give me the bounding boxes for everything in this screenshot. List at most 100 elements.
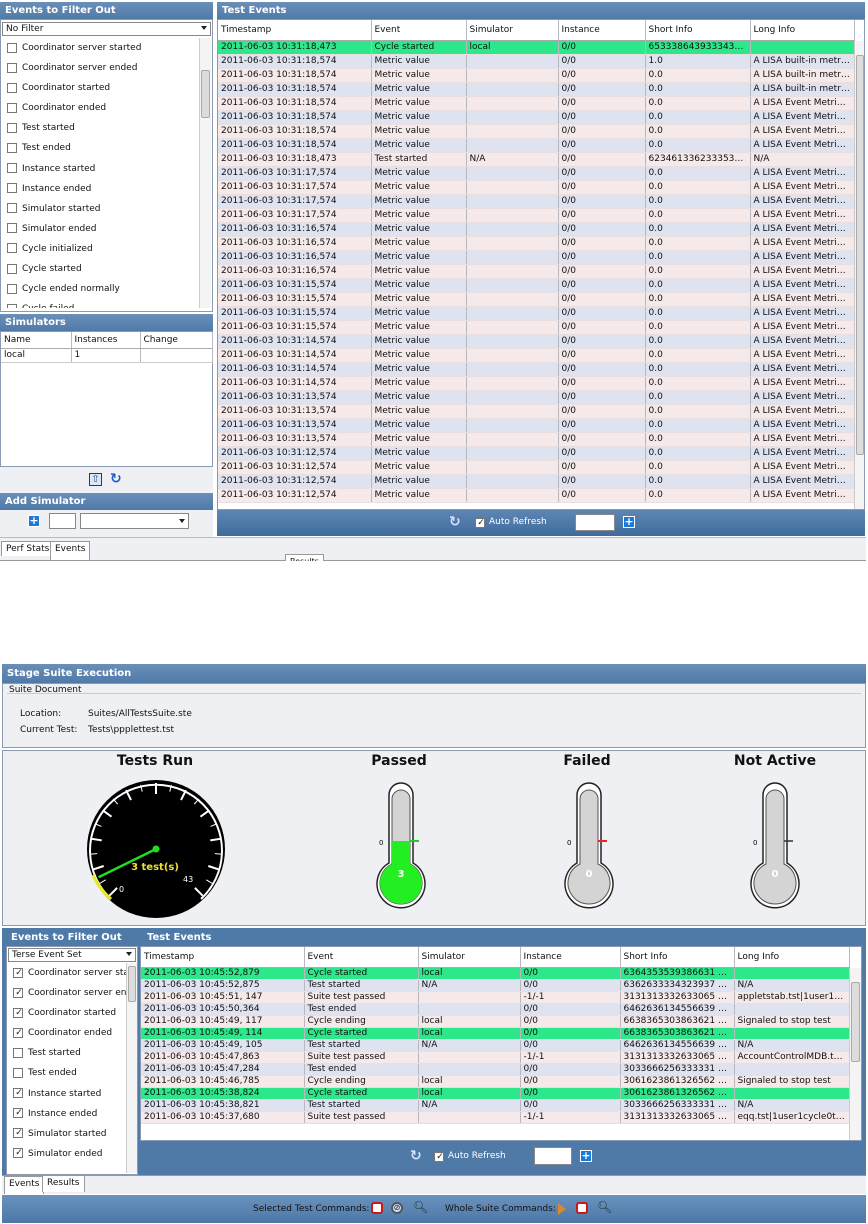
table-row[interactable]: 2011-06-03 10:31:14,574 Metric value 0/0 0.… bbox=[218, 362, 855, 377]
filter-checkbox[interactable] bbox=[13, 1027, 24, 1039]
table-row[interactable]: 2011-06-03 10:45:47,863 Suite test passed… bbox=[141, 1051, 850, 1064]
auto-refresh-checkbox[interactable] bbox=[475, 518, 486, 529]
tab-events[interactable]: Events bbox=[50, 541, 91, 560]
filter-item[interactable]: Simulator ended bbox=[8, 1144, 126, 1164]
refresh-icon[interactable]: ↻ bbox=[110, 471, 122, 487]
filter-checkbox[interactable] bbox=[7, 223, 17, 234]
top-filter-select[interactable]: No Filter bbox=[2, 22, 211, 36]
filter-checkbox[interactable] bbox=[7, 102, 17, 113]
filter-checkbox[interactable] bbox=[13, 1088, 24, 1099]
filter-checkbox[interactable] bbox=[7, 142, 17, 153]
filter-item[interactable]: Coordinator ended bbox=[8, 1023, 126, 1043]
filter-checkbox[interactable] bbox=[13, 1148, 24, 1159]
table-row[interactable]: 2011-06-03 10:45:49, 105 Test started N/A 0… bbox=[141, 1039, 850, 1052]
filter-checkbox[interactable] bbox=[13, 1047, 23, 1058]
table-row[interactable]: 2011-06-03 10:31:17,574 Metric value 0/0 0.… bbox=[218, 166, 855, 181]
table-row[interactable]: 2011-06-03 10:45:50,364 Test ended 0/0 6462… bbox=[141, 1003, 850, 1016]
table-row[interactable]: 2011-06-03 10:31:14,574 Metric value 0/0 0.… bbox=[218, 334, 855, 349]
filter-item[interactable]: Test ended bbox=[2, 138, 198, 158]
filter-checkbox[interactable] bbox=[7, 62, 17, 73]
filter-item[interactable]: Simulator started bbox=[2, 199, 198, 219]
column-header[interactable]: Simulator bbox=[466, 20, 559, 41]
table-row[interactable]: 2011-06-03 10:31:13,574 Metric value 0/0 0.… bbox=[218, 418, 855, 433]
filter-checkbox[interactable] bbox=[7, 203, 17, 214]
add-icon[interactable]: + bbox=[580, 1150, 592, 1162]
search-icon[interactable]: 🔍︎ bbox=[413, 1200, 428, 1214]
table-row[interactable]: local 1 bbox=[1, 348, 213, 363]
table-row[interactable]: 2011-06-03 10:31:16,574 Metric value 0/0 0.… bbox=[218, 236, 855, 251]
table-row[interactable]: 2011-06-03 10:45:52,875 Test started N/A 0/… bbox=[141, 979, 850, 992]
filter-checkbox[interactable] bbox=[13, 967, 24, 979]
refresh-interval-input[interactable] bbox=[534, 1147, 572, 1165]
table-row[interactable]: 2011-06-03 10:31:15,574 Metric value 0/0 0.… bbox=[218, 278, 855, 293]
play-icon[interactable] bbox=[558, 1203, 566, 1215]
filter-checkbox[interactable] bbox=[7, 303, 17, 308]
table-row[interactable]: 2011-06-03 10:31:18,473 Test started N/A 0/… bbox=[218, 152, 855, 167]
scroll-thumb[interactable] bbox=[201, 70, 210, 118]
stop-suite-icon[interactable] bbox=[576, 1202, 588, 1214]
scroll-thumb[interactable] bbox=[128, 966, 136, 1002]
tab-events-bottom[interactable]: Events bbox=[4, 1176, 45, 1194]
table-row[interactable]: 2011-06-03 10:31:18,574 Metric value 0/0 0.… bbox=[218, 68, 855, 83]
table-row[interactable]: 2011-06-03 10:45:49, 114 Cycle started loc… bbox=[141, 1027, 850, 1040]
filter-item[interactable]: Cycle failed bbox=[2, 299, 198, 308]
table-row[interactable]: 2011-06-03 10:31:18,574 Metric value 0/0 0.… bbox=[218, 110, 855, 125]
top-filter-scrollbar[interactable] bbox=[199, 38, 211, 308]
column-header[interactable]: Instances bbox=[71, 332, 141, 349]
table-row[interactable]: 2011-06-03 10:45:47,284 Test ended 0/0 3033… bbox=[141, 1063, 850, 1076]
search-suite-icon[interactable]: 🔍︎ bbox=[597, 1200, 612, 1214]
stop-icon[interactable] bbox=[371, 1202, 383, 1214]
simulator-select[interactable] bbox=[80, 513, 189, 529]
tab-results[interactable]: Results bbox=[42, 1175, 85, 1192]
refresh-icon[interactable]: ↻ bbox=[449, 514, 461, 530]
table-row[interactable]: 2011-06-03 10:31:17,574 Metric value 0/0 0.… bbox=[218, 194, 855, 209]
filter-checkbox[interactable] bbox=[7, 82, 17, 93]
column-header[interactable]: Short Info bbox=[645, 20, 751, 41]
filter-checkbox[interactable] bbox=[13, 1007, 24, 1019]
add-icon[interactable]: + bbox=[623, 516, 635, 528]
column-header[interactable]: Instance bbox=[520, 947, 621, 968]
upload-icon[interactable]: ⇧ bbox=[89, 473, 102, 486]
kill-icon[interactable]: ⊘ bbox=[391, 1202, 403, 1214]
filter-checkbox[interactable] bbox=[7, 283, 17, 294]
filter-item[interactable]: Simulator started bbox=[8, 1124, 126, 1144]
filter-checkbox[interactable] bbox=[7, 263, 17, 274]
filter-checkbox[interactable] bbox=[7, 183, 17, 194]
table-row[interactable]: 2011-06-03 10:31:16,574 Metric value 0/0 0.… bbox=[218, 264, 855, 279]
filter-item[interactable]: Test started bbox=[2, 118, 198, 138]
filter-checkbox[interactable] bbox=[7, 122, 17, 133]
table-row[interactable]: 2011-06-03 10:45:38,824 Cycle started loca… bbox=[141, 1087, 850, 1100]
auto-refresh-checkbox[interactable] bbox=[434, 1152, 445, 1163]
table-row[interactable]: 2011-06-03 10:31:17,574 Metric value 0/0 0.… bbox=[218, 208, 855, 223]
filter-item[interactable]: Coordinator server started bbox=[2, 38, 198, 58]
table-row[interactable]: 2011-06-03 10:31:18,473 Cycle started loca… bbox=[218, 40, 855, 55]
table-row[interactable]: 2011-06-03 10:31:13,574 Metric value 0/0 0.… bbox=[218, 390, 855, 405]
table-row[interactable]: 2011-06-03 10:31:18,574 Metric value 0/0 1.… bbox=[218, 54, 855, 69]
table-row[interactable]: 2011-06-03 10:45:52,879 Cycle started loca… bbox=[141, 967, 850, 980]
table-row[interactable]: 2011-06-03 10:31:18,574 Metric value 0/0 0.… bbox=[218, 82, 855, 97]
column-header[interactable]: Simulator bbox=[418, 947, 521, 968]
filter-item[interactable]: Coordinator ended bbox=[2, 98, 198, 118]
filter-item[interactable]: Coordinator started bbox=[2, 78, 198, 98]
column-header[interactable]: Long Info bbox=[734, 947, 850, 968]
top-events-scrollbar[interactable] bbox=[854, 41, 864, 509]
table-row[interactable]: 2011-06-03 10:31:16,574 Metric value 0/0 0.… bbox=[218, 250, 855, 265]
table-row[interactable]: 2011-06-03 10:31:16,574 Metric value 0/0 0.… bbox=[218, 222, 855, 237]
bottom-filter-scrollbar[interactable] bbox=[126, 963, 137, 1173]
bottom-events-scrollbar[interactable] bbox=[849, 968, 861, 1140]
filter-item[interactable]: Instance started bbox=[2, 159, 198, 179]
column-header[interactable]: Name bbox=[1, 332, 72, 349]
table-row[interactable]: 2011-06-03 10:31:12,574 Metric value 0/0 0.… bbox=[218, 488, 855, 503]
table-row[interactable]: 2011-06-03 10:31:15,574 Metric value 0/0 0.… bbox=[218, 292, 855, 307]
table-row[interactable]: 2011-06-03 10:31:15,574 Metric value 0/0 0.… bbox=[218, 306, 855, 321]
filter-checkbox[interactable] bbox=[13, 1128, 24, 1139]
table-row[interactable]: 2011-06-03 10:45:51, 147 Suite test passe… bbox=[141, 991, 850, 1004]
table-row[interactable]: 2011-06-03 10:45:46,785 Cycle ending local… bbox=[141, 1075, 850, 1088]
refresh-interval-input[interactable] bbox=[575, 514, 615, 531]
filter-checkbox[interactable] bbox=[13, 1108, 24, 1119]
table-row[interactable]: 2011-06-03 10:31:17,574 Metric value 0/0 0.… bbox=[218, 180, 855, 195]
table-row[interactable]: 2011-06-03 10:31:14,574 Metric value 0/0 0.… bbox=[218, 376, 855, 391]
filter-item[interactable]: Coordinator server started bbox=[8, 963, 126, 983]
column-header[interactable]: Timestamp bbox=[218, 20, 372, 41]
table-row[interactable]: 2011-06-03 10:31:18,574 Metric value 0/0 0.… bbox=[218, 138, 855, 153]
